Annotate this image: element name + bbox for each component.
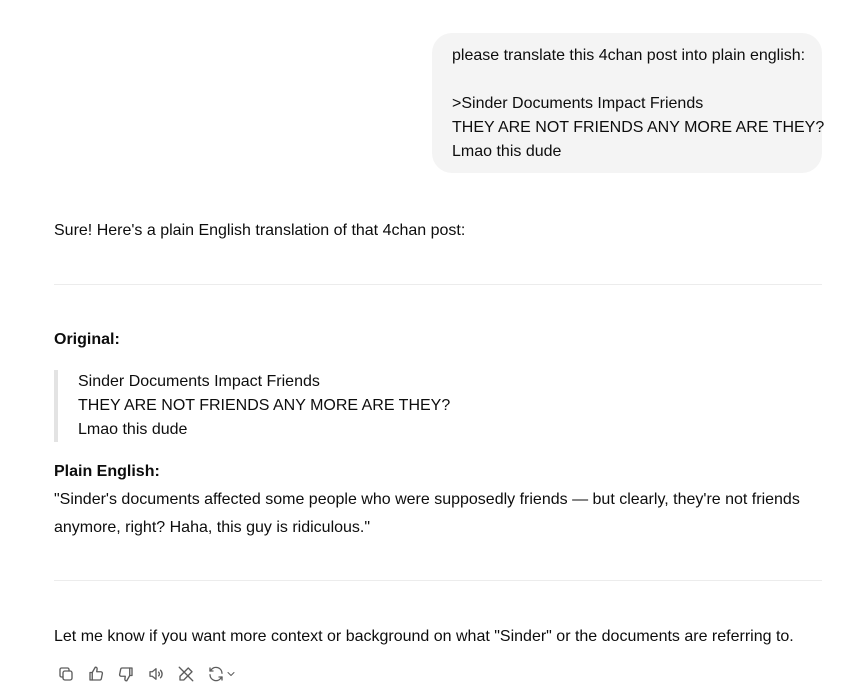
user-message-line: Lmao this dude bbox=[452, 143, 562, 160]
good-response-button[interactable] bbox=[84, 662, 108, 686]
divider bbox=[54, 284, 822, 285]
read-aloud-icon bbox=[149, 668, 163, 680]
copy-icon bbox=[59, 667, 73, 681]
edit-icon bbox=[178, 666, 194, 682]
edit-button[interactable] bbox=[174, 662, 198, 686]
assistant-outro: Let me know if you want more context or … bbox=[54, 628, 794, 645]
read-aloud-button[interactable] bbox=[144, 662, 168, 686]
user-message-blank-line bbox=[452, 68, 804, 92]
thumbs-down-icon bbox=[118, 667, 133, 682]
regenerate-button[interactable] bbox=[204, 662, 240, 686]
original-heading: Original: bbox=[54, 331, 120, 348]
regenerate-icon bbox=[209, 666, 223, 682]
plain-english-text: "Sinder's documents affected some people… bbox=[54, 491, 800, 536]
original-blockquote: Sinder Documents Impact Friends THEY ARE… bbox=[54, 370, 450, 442]
quote-line: Sinder Documents Impact Friends bbox=[78, 373, 320, 390]
assistant-intro: Sure! Here's a plain English translation… bbox=[54, 222, 466, 239]
thumbs-up-icon bbox=[89, 666, 104, 681]
user-message-bubble: please translate this 4chan post into pl… bbox=[432, 33, 825, 173]
quote-line: Lmao this dude bbox=[78, 421, 188, 438]
divider bbox=[54, 580, 822, 581]
user-message-line: please translate this 4chan post into pl… bbox=[452, 47, 806, 64]
user-message-line: >Sinder Documents Impact Friends bbox=[452, 95, 704, 112]
user-message-line: THEY ARE NOT FRIENDS ANY MORE ARE THEY? bbox=[452, 119, 825, 136]
bad-response-button[interactable] bbox=[114, 662, 138, 686]
chevron-down-icon bbox=[227, 672, 235, 676]
message-actions-bar bbox=[54, 662, 240, 686]
quote-line: THEY ARE NOT FRIENDS ANY MORE ARE THEY? bbox=[78, 397, 451, 414]
plain-english-heading: Plain English: bbox=[54, 463, 160, 480]
copy-button[interactable] bbox=[54, 662, 78, 686]
